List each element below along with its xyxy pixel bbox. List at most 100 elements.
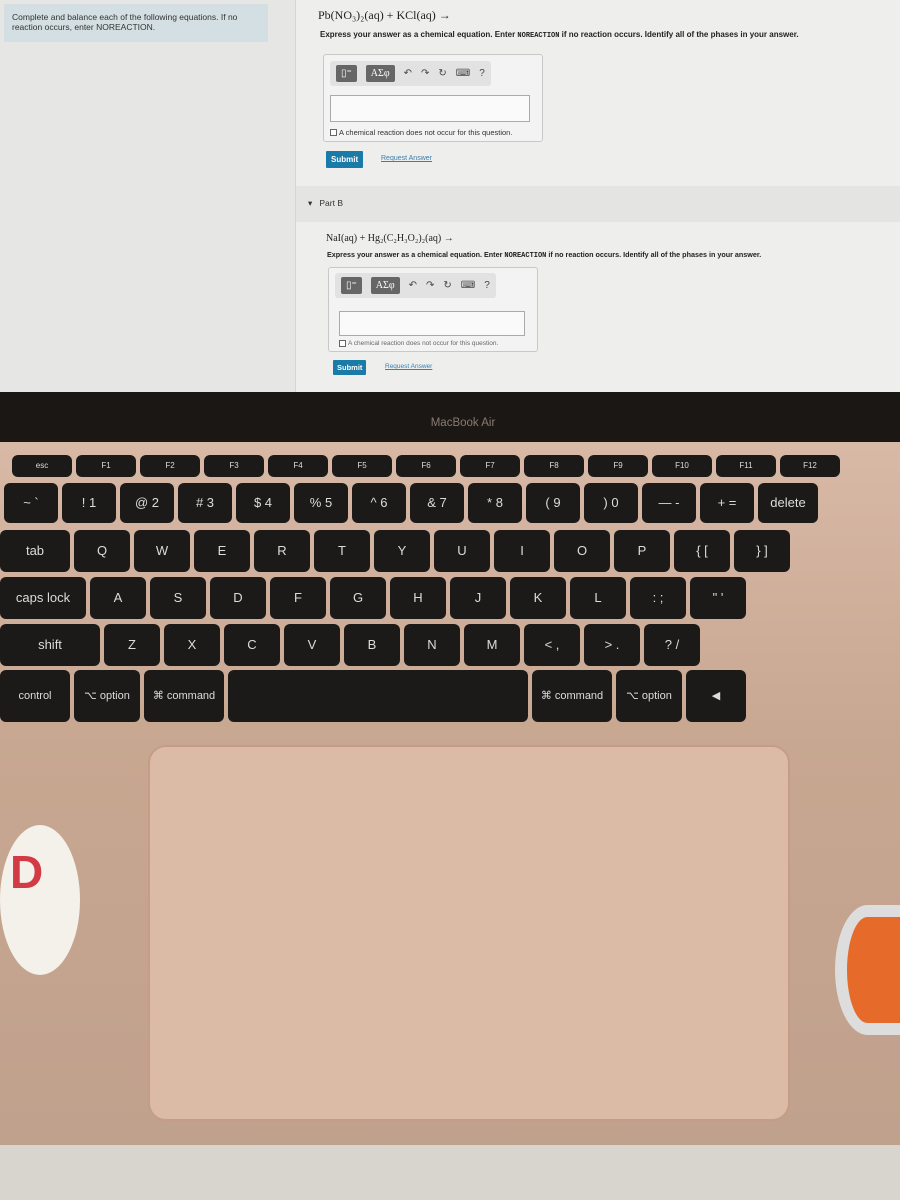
key-k[interactable]: K — [510, 577, 566, 619]
key-space[interactable]: } ] — [734, 530, 790, 572]
key-f6[interactable]: F6 — [396, 455, 456, 477]
key-space[interactable]: + = — [700, 483, 754, 523]
trackpad[interactable] — [148, 745, 790, 1121]
key-6[interactable]: ^ 6 — [352, 483, 406, 523]
part-b-submit-button[interactable]: Submit — [333, 360, 367, 375]
key-space[interactable]: < , — [524, 624, 580, 666]
hint-text: if no reaction occurs. Identify all of t… — [559, 30, 799, 39]
redo-icon[interactable]: ↷ — [421, 68, 429, 79]
key-v[interactable]: V — [284, 624, 340, 666]
keyboard-row: control ⌥ option ⌘ command ⌘ command ⌥ optio… — [0, 670, 746, 722]
key-1[interactable]: ! 1 — [62, 483, 116, 523]
key-n[interactable]: N — [404, 624, 460, 666]
key-s[interactable]: S — [150, 577, 206, 619]
key-f2[interactable]: F2 — [140, 455, 200, 477]
undo-icon[interactable]: ↶ — [404, 68, 412, 79]
key-a[interactable]: A — [90, 577, 146, 619]
key-command[interactable]: ⌘ command — [532, 670, 612, 722]
key-esc[interactable]: esc — [12, 455, 72, 477]
part-b-header[interactable]: ▾ Part B — [296, 186, 900, 222]
key-f10[interactable]: F10 — [652, 455, 712, 477]
key-command[interactable]: ⌘ command — [144, 670, 224, 722]
key-f12[interactable]: F12 — [780, 455, 840, 477]
key-f7[interactable]: F7 — [460, 455, 520, 477]
key-0[interactable]: ) 0 — [584, 483, 638, 523]
key-f9[interactable]: F9 — [588, 455, 648, 477]
key-d[interactable]: D — [210, 577, 266, 619]
key-7[interactable]: & 7 — [410, 483, 464, 523]
key-space[interactable]: ◀ — [686, 670, 746, 722]
key-4[interactable]: $ 4 — [236, 483, 290, 523]
redo-icon[interactable]: ↷ — [426, 280, 434, 291]
keyboard-icon[interactable]: ⌨ — [461, 280, 475, 291]
key-space[interactable]: — - — [642, 483, 696, 523]
template-button[interactable]: ▯⁼ — [336, 65, 357, 82]
key-t[interactable]: T — [314, 530, 370, 572]
key-b[interactable]: B — [344, 624, 400, 666]
key-delete[interactable]: delete — [758, 483, 818, 523]
key-o[interactable]: O — [554, 530, 610, 572]
key-space[interactable]: " ' — [690, 577, 746, 619]
key-space[interactable]: : ; — [630, 577, 686, 619]
key-f3[interactable]: F3 — [204, 455, 264, 477]
sticker — [835, 905, 900, 1035]
key-option[interactable]: ⌥ option — [74, 670, 140, 722]
reset-icon[interactable]: ↻ — [438, 68, 446, 79]
key-r[interactable]: R — [254, 530, 310, 572]
key-f[interactable]: F — [270, 577, 326, 619]
help-icon[interactable]: ? — [484, 280, 490, 291]
key-w[interactable]: W — [134, 530, 190, 572]
key-5[interactable]: % 5 — [294, 483, 348, 523]
key-2[interactable]: @ 2 — [120, 483, 174, 523]
key-caps-lock[interactable]: caps lock — [0, 577, 86, 619]
key-p[interactable]: P — [614, 530, 670, 572]
reset-icon[interactable]: ↻ — [443, 280, 451, 291]
key-l[interactable]: L — [570, 577, 626, 619]
key-h[interactable]: H — [390, 577, 446, 619]
key-f4[interactable]: F4 — [268, 455, 328, 477]
key-j[interactable]: J — [450, 577, 506, 619]
part-b-request-answer-link[interactable]: Request Answer — [385, 363, 432, 370]
key-control[interactable]: control — [0, 670, 70, 722]
key-m[interactable]: M — [464, 624, 520, 666]
key-f5[interactable]: F5 — [332, 455, 392, 477]
part-a-no-reaction-checkbox[interactable]: A chemical reaction does not occur for t… — [330, 128, 512, 137]
keyboard-icon[interactable]: ⌨ — [456, 68, 470, 79]
part-a-answer-input[interactable] — [330, 95, 530, 122]
key-f8[interactable]: F8 — [524, 455, 584, 477]
key-space[interactable]: ~ ` — [4, 483, 58, 523]
part-a-submit-button[interactable]: Submit — [326, 151, 364, 168]
key-x[interactable]: X — [164, 624, 220, 666]
key-c[interactable]: C — [224, 624, 280, 666]
part-b-no-reaction-checkbox[interactable]: A chemical reaction does not occur for t… — [339, 340, 498, 347]
key-space[interactable] — [228, 670, 528, 722]
key-option[interactable]: ⌥ option — [616, 670, 682, 722]
symbols-button[interactable]: ΑΣφ — [370, 277, 400, 294]
key-i[interactable]: I — [494, 530, 550, 572]
key-space[interactable]: ? / — [644, 624, 700, 666]
key-space[interactable]: > . — [584, 624, 640, 666]
part-b-answer-input[interactable] — [339, 311, 525, 336]
key-z[interactable]: Z — [104, 624, 160, 666]
key-3[interactable]: # 3 — [178, 483, 232, 523]
key-space[interactable]: { [ — [674, 530, 730, 572]
symbols-button[interactable]: ΑΣφ — [365, 65, 395, 82]
undo-icon[interactable]: ↶ — [409, 280, 417, 291]
key-f1[interactable]: F1 — [76, 455, 136, 477]
key-q[interactable]: Q — [74, 530, 130, 572]
key-tab[interactable]: tab — [0, 530, 70, 572]
checkbox-icon[interactable] — [330, 129, 337, 136]
key-shift[interactable]: shift — [0, 624, 100, 666]
key-8[interactable]: * 8 — [468, 483, 522, 523]
checkbox-icon[interactable] — [339, 340, 346, 347]
help-icon[interactable]: ? — [479, 68, 485, 79]
key-y[interactable]: Y — [374, 530, 430, 572]
key-u[interactable]: U — [434, 530, 490, 572]
part-a-request-answer-link[interactable]: Request Answer — [381, 155, 432, 162]
key-9[interactable]: ( 9 — [526, 483, 580, 523]
key-e[interactable]: E — [194, 530, 250, 572]
part-a-toolbar: ▯⁼ ΑΣφ ↶ ↷ ↻ ⌨ ? — [330, 61, 491, 86]
key-f11[interactable]: F11 — [716, 455, 776, 477]
key-g[interactable]: G — [330, 577, 386, 619]
template-button[interactable]: ▯⁼ — [341, 277, 362, 294]
